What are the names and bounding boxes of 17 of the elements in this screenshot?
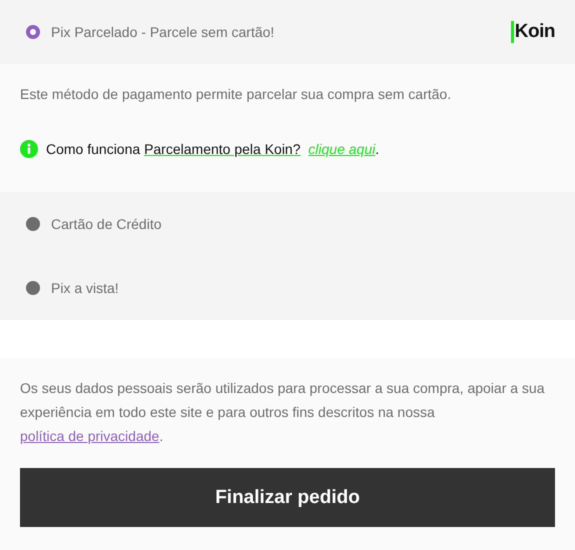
payment-option-row[interactable]: Cartão de Crédito (0, 192, 575, 256)
payment-method-label[interactable]: Cartão de Crédito (51, 216, 555, 232)
privacy-policy-link[interactable]: política de privacidade (20, 428, 160, 444)
radio-button[interactable] (26, 281, 40, 295)
info-icon (20, 140, 38, 158)
link[interactable]: Parcelamento pela Koin? (144, 141, 300, 157)
info-text: Como funciona Parcelamento pela Koin? clique aqui. (46, 141, 380, 157)
logo: Koin (510, 21, 555, 43)
radio-button[interactable] (26, 25, 40, 39)
privacy-text: Os seus dados pessoais serão utilizados para processar a sua compra, apoiar a sua experiência em todo este site e para outros fins descritos na nossa política de privacidade. (20, 379, 546, 446)
payment-option-row[interactable]: Pix Parcelado - Parcele sem cartão! Koin (0, 0, 575, 64)
radio-button[interactable] (26, 217, 40, 231)
submit-button[interactable]: Finalizar pedido (20, 468, 555, 527)
payment-option-row[interactable]: Pix a vista! (0, 256, 575, 320)
payment-method-label[interactable]: Pix a vista! (51, 280, 555, 296)
payment-method-label[interactable]: Pix Parcelado - Parcele sem cartão! (51, 24, 511, 40)
description-text: Este método de pagamento permite parcelar sua compra sem cartão. (20, 86, 452, 102)
